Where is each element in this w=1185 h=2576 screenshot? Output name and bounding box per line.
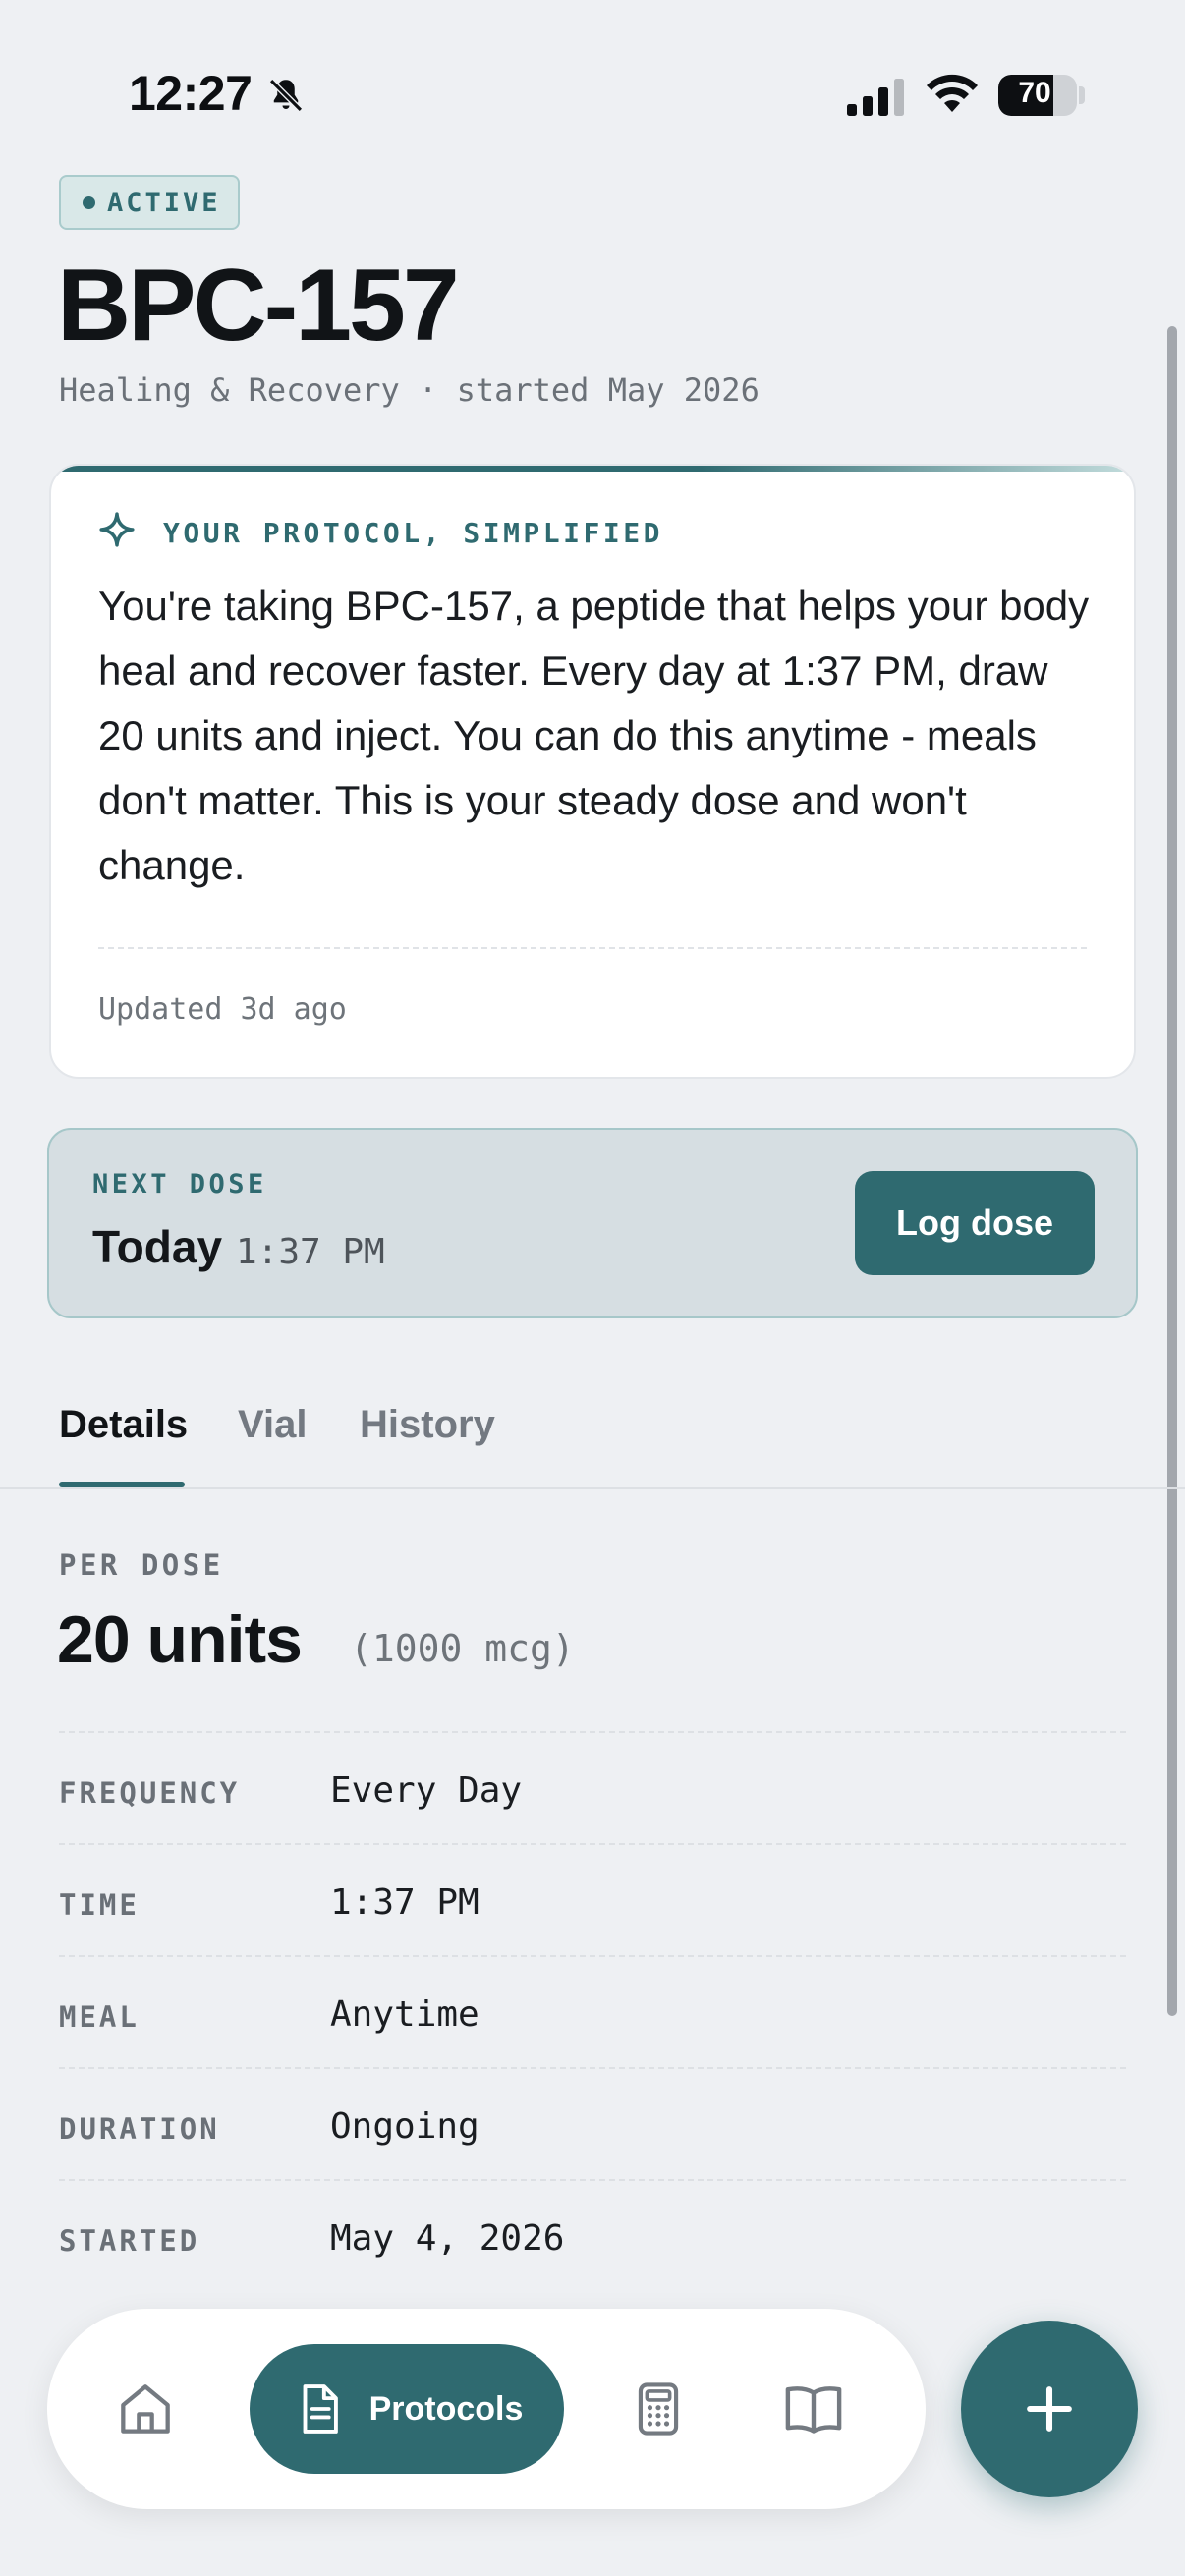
summary-label: YOUR PROTOCOL, SIMPLIFIED (163, 517, 663, 549)
scrollbar[interactable] (1167, 326, 1177, 2016)
plus-icon (1027, 2386, 1072, 2432)
detail-label: STARTED (59, 2224, 200, 2258)
nav-calculator[interactable] (601, 2352, 715, 2466)
detail-label: FREQUENCY (59, 1776, 241, 1810)
divider (98, 947, 1087, 949)
status-time: 12:27 (129, 66, 253, 121)
book-icon (785, 2386, 842, 2434)
nav-library[interactable] (757, 2352, 871, 2466)
summary-text: You're taking BPC-157, a peptide that he… (98, 583, 1090, 888)
tab-details[interactable]: Details (59, 1403, 188, 1447)
detail-row-frequency: FREQUENCY Every Day (59, 1731, 1126, 1843)
cellular-signal-icon (847, 79, 904, 116)
bottom-nav: Protocols (47, 2309, 926, 2509)
tab-vial[interactable]: Vial (238, 1403, 307, 1447)
home-icon (121, 2384, 170, 2434)
detail-value: Anytime (330, 1994, 480, 2035)
detail-row-meal: MEAL Anytime (59, 1955, 1126, 2067)
nav-protocols-label: Protocols (368, 2389, 524, 2428)
wifi-icon (927, 74, 978, 112)
document-icon (303, 2384, 338, 2434)
per-dose-mcg: (1000 mcg) (350, 1627, 575, 1670)
detail-row-time: TIME 1:37 PM (59, 1843, 1126, 1955)
updated-timestamp: Updated 3d ago (98, 992, 347, 1027)
active-tab-indicator (59, 1482, 185, 1487)
add-protocol-button[interactable] (961, 2321, 1138, 2497)
nav-home[interactable] (88, 2352, 202, 2466)
per-dose-label: PER DOSE (59, 1548, 224, 1582)
card-accent-bar (51, 466, 1134, 472)
page-subtitle: Healing & Recovery · started May 2026 (59, 371, 760, 409)
status-bar: 12:27 70 (0, 0, 1185, 177)
tab-bar: Details Vial History (0, 1385, 1185, 1489)
per-dose-value: 20 units (57, 1602, 303, 1677)
battery-indicator: 70 (998, 75, 1077, 116)
log-dose-button[interactable]: Log dose (855, 1171, 1095, 1275)
calculator-icon (638, 2382, 679, 2436)
detail-value: 1:37 PM (330, 1882, 480, 1923)
status-badge: ACTIVE (59, 175, 240, 230)
sparkle-icon (99, 512, 135, 547)
next-dose-label: NEXT DOSE (92, 1169, 267, 1200)
next-dose-card: NEXT DOSE Today 1:37 PM Log dose (47, 1128, 1138, 1318)
status-badge-label: ACTIVE (107, 187, 221, 218)
detail-label: DURATION (59, 2112, 220, 2146)
nav-protocols[interactable]: Protocols (250, 2344, 564, 2474)
detail-value: May 4, 2026 (330, 2218, 565, 2259)
detail-label: MEAL (59, 2000, 140, 2034)
detail-label: TIME (59, 1888, 140, 1922)
battery-tip (1079, 86, 1085, 104)
active-dot-icon (83, 196, 95, 209)
next-dose-time: 1:37 PM (236, 1232, 385, 1272)
detail-value: Ongoing (330, 2106, 480, 2147)
battery-percent: 70 (1018, 77, 1051, 109)
page-title: BPC-157 (57, 249, 460, 363)
detail-row-duration: DURATION Ongoing (59, 2067, 1126, 2179)
detail-value: Every Day (330, 1770, 523, 1811)
bell-muted-icon (269, 79, 303, 112)
next-dose-day: Today (92, 1221, 223, 1272)
protocol-summary-card: YOUR PROTOCOL, SIMPLIFIED You're taking … (49, 464, 1136, 1079)
tab-history[interactable]: History (360, 1403, 495, 1447)
